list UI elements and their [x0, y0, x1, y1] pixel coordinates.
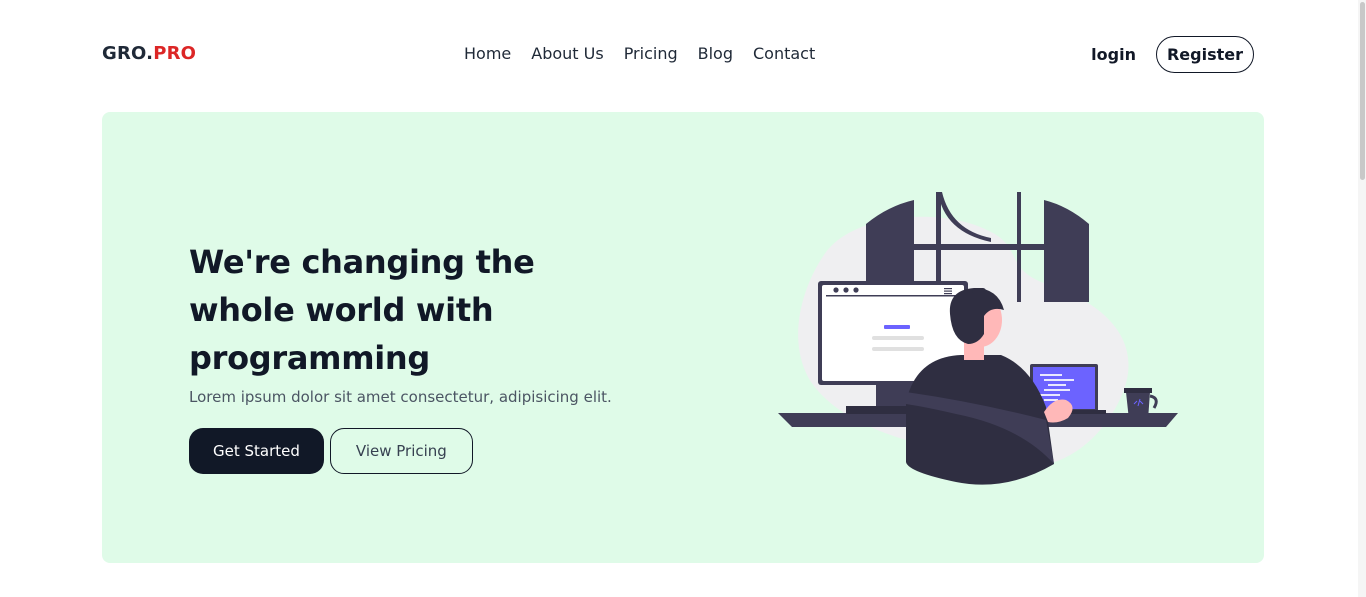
hero-text: We're changing the whole world with prog…	[189, 238, 729, 474]
hero-subtitle: Lorem ipsum dolor sit amet consectetur, …	[189, 388, 612, 406]
logo[interactable]: GRO.PRO	[102, 43, 196, 64]
scrollbar-thumb[interactable]	[1360, 2, 1365, 180]
nav-link-contact[interactable]: Contact	[753, 44, 815, 63]
nav-link-blog[interactable]: Blog	[698, 44, 733, 63]
register-button[interactable]: Register	[1155, 36, 1254, 73]
programmer-illustration	[778, 192, 1178, 485]
logo-part-2: PRO	[153, 43, 197, 64]
navbar: GRO.PRO Home About Us Pricing Blog Conta…	[0, 0, 1366, 110]
logo-part-1: GRO.	[102, 43, 154, 64]
page-scrollbar[interactable]	[1358, 0, 1366, 597]
main-nav: Home About Us Pricing Blog Contact	[464, 44, 815, 63]
hero-headline-line-2: whole world with programming	[189, 291, 494, 377]
view-pricing-button[interactable]: View Pricing	[329, 428, 473, 474]
get-started-button[interactable]: Get Started	[189, 428, 324, 474]
hero-section: We're changing the whole world with prog…	[102, 112, 1264, 563]
auth-actions: login Register	[1091, 36, 1254, 73]
login-link[interactable]: login	[1091, 45, 1136, 64]
hero-headline-line-1: We're changing the	[189, 243, 535, 281]
nav-link-pricing[interactable]: Pricing	[624, 44, 678, 63]
nav-link-home[interactable]: Home	[464, 44, 511, 63]
hero-headline: We're changing the whole world with prog…	[189, 238, 729, 382]
hero-cta-group: Get Started View Pricing	[189, 428, 729, 474]
nav-link-about-us[interactable]: About Us	[531, 44, 603, 63]
